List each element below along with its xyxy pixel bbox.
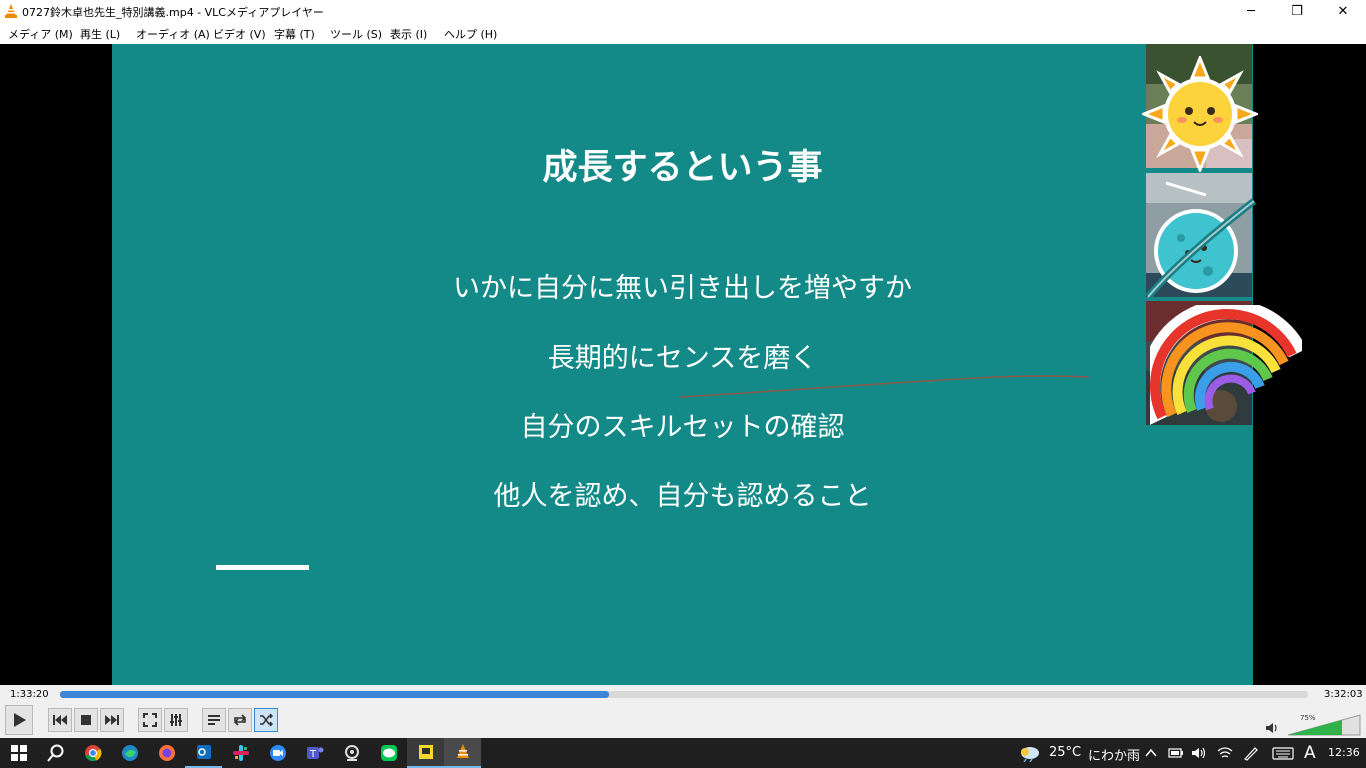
play-button[interactable] xyxy=(5,705,33,735)
participant-video xyxy=(1146,173,1257,300)
close-button[interactable]: ✕ xyxy=(1320,0,1366,22)
wifi-icon[interactable] xyxy=(1217,746,1233,760)
taskbar-search[interactable] xyxy=(37,738,74,768)
taskbar-app-vlc[interactable] xyxy=(444,738,481,768)
taskbar-app-outlook[interactable] xyxy=(185,738,222,768)
windows-start-icon xyxy=(10,745,27,761)
fullscreen-icon xyxy=(143,713,157,727)
next-button[interactable] xyxy=(100,708,124,732)
vlc-icon xyxy=(456,744,469,758)
taskbar-app-firefox[interactable] xyxy=(148,738,185,768)
video-area[interactable]: 成長するという事 いかに自分に無い引き出しを増やすか 長期的にセンスを磨く 自分… xyxy=(0,44,1366,685)
loop-icon xyxy=(233,714,247,726)
webcam-app-icon xyxy=(344,745,359,761)
line-icon xyxy=(380,745,397,761)
ime-indicator[interactable]: A xyxy=(1304,743,1316,763)
participant-panel xyxy=(1142,44,1302,425)
menu-bar: メディア (M) 再生 (L) オーディオ (A) ビデオ (V) 字幕 (T)… xyxy=(0,22,1366,44)
search-icon xyxy=(46,744,63,762)
weather-temperature[interactable]: 25°C xyxy=(1049,745,1081,760)
presentation-slide: 成長するという事 いかに自分に無い引き出しを増やすか 長期的にセンスを磨く 自分… xyxy=(112,44,1253,685)
volume-slider[interactable] xyxy=(1287,714,1361,736)
minimize-button[interactable]: ─ xyxy=(1228,0,1274,22)
vlc-icon xyxy=(5,4,17,18)
slack-icon xyxy=(232,745,249,761)
menu-tools[interactable]: ツール (S) xyxy=(330,26,382,42)
window-title: 0727鈴木卓也先生_特別講義.mp4 - VLCメディアプレイヤー xyxy=(22,6,324,19)
previous-button[interactable] xyxy=(48,708,72,732)
sticky-notes-icon xyxy=(418,745,433,759)
menu-audio[interactable]: オーディオ (A) xyxy=(136,26,210,42)
participant-video xyxy=(1146,301,1302,425)
slide-bullet: 長期的にセンスを磨く xyxy=(547,343,818,374)
start-button[interactable] xyxy=(0,738,37,768)
rainbow-sticker-icon xyxy=(1150,305,1302,425)
menu-media[interactable]: メディア (M) xyxy=(8,26,73,42)
taskbar-app-teams[interactable]: T xyxy=(296,738,333,768)
slide-bullet: 他人を認め、自分も認めること xyxy=(493,481,872,512)
firefox-icon xyxy=(158,745,175,761)
menu-playback[interactable]: 再生 (L) xyxy=(80,26,120,42)
seek-bar-progress xyxy=(60,691,610,698)
volume-icon[interactable] xyxy=(1191,746,1207,760)
equalizer-icon xyxy=(170,714,182,726)
title-bar: 0727鈴木卓也先生_特別講義.mp4 - VLCメディアプレイヤー ─ ❐ ✕ xyxy=(0,0,1366,22)
participant-video xyxy=(1142,44,1258,172)
taskbar-app-edge[interactable] xyxy=(111,738,148,768)
menu-help[interactable]: ヘルプ (H) xyxy=(444,26,497,42)
loop-button[interactable] xyxy=(228,708,252,732)
elapsed-time: 1:33:20 xyxy=(10,689,49,700)
pen-annotation xyxy=(679,375,1090,398)
weather-icon[interactable] xyxy=(1018,744,1042,762)
taskbar-clock[interactable]: 12:36 xyxy=(1328,746,1360,759)
slide-title: 成長するという事 xyxy=(542,148,823,188)
menu-video[interactable]: ビデオ (V) xyxy=(213,26,266,42)
stop-icon xyxy=(81,715,91,725)
chrome-icon xyxy=(84,745,102,762)
total-time: 3:32:03 xyxy=(1324,689,1363,700)
edge-icon xyxy=(121,745,138,761)
slide-bullet: いかに自分に無い引き出しを増やすか xyxy=(453,273,912,304)
sun-sticker-icon xyxy=(1142,56,1258,172)
maximize-button[interactable]: ❐ xyxy=(1274,0,1320,22)
taskbar-app-sticky-notes[interactable] xyxy=(407,738,444,768)
pen-workspace-icon[interactable] xyxy=(1243,745,1259,761)
playlist-icon xyxy=(208,715,220,725)
shuffle-button[interactable] xyxy=(254,708,278,732)
skip-back-icon xyxy=(53,715,67,725)
taskbar-app-line[interactable] xyxy=(370,738,407,768)
menu-subtitle[interactable]: 字幕 (T) xyxy=(274,26,315,42)
seek-bar[interactable] xyxy=(60,691,1308,698)
taskbar-app-zoom[interactable] xyxy=(259,738,296,768)
menu-view[interactable]: 表示 (I) xyxy=(390,26,427,42)
taskbar-app-chrome[interactable] xyxy=(74,738,111,768)
keyboard-icon[interactable] xyxy=(1272,747,1294,760)
zoom-icon xyxy=(269,745,286,761)
weather-condition[interactable]: にわか雨 xyxy=(1088,745,1140,764)
playlist-button[interactable] xyxy=(202,708,226,732)
speaker-icon[interactable] xyxy=(1265,722,1279,734)
teams-icon: T xyxy=(306,747,323,760)
svg-text:T: T xyxy=(309,749,317,760)
chevron-up-icon[interactable] xyxy=(1145,748,1157,758)
taskbar-app-webcam[interactable] xyxy=(333,738,370,768)
stop-button[interactable] xyxy=(74,708,98,732)
skip-forward-icon xyxy=(105,715,119,725)
player-controls: 1:33:20 3:32:03 75% xyxy=(0,685,1366,738)
shuffle-icon xyxy=(260,713,273,727)
fullscreen-button[interactable] xyxy=(138,708,162,732)
windows-taskbar: T 25°C にわか雨 A 12:36 xyxy=(0,738,1366,768)
planet-sticker-icon xyxy=(1146,198,1257,300)
battery-icon[interactable] xyxy=(1168,747,1184,759)
taskbar-app-slack[interactable] xyxy=(222,738,259,768)
outlook-icon xyxy=(196,745,211,759)
slide-underline-bar xyxy=(216,565,309,570)
slide-bullet: 自分のスキルセットの確認 xyxy=(520,412,845,443)
play-icon xyxy=(14,713,26,727)
extended-settings-button[interactable] xyxy=(164,708,188,732)
